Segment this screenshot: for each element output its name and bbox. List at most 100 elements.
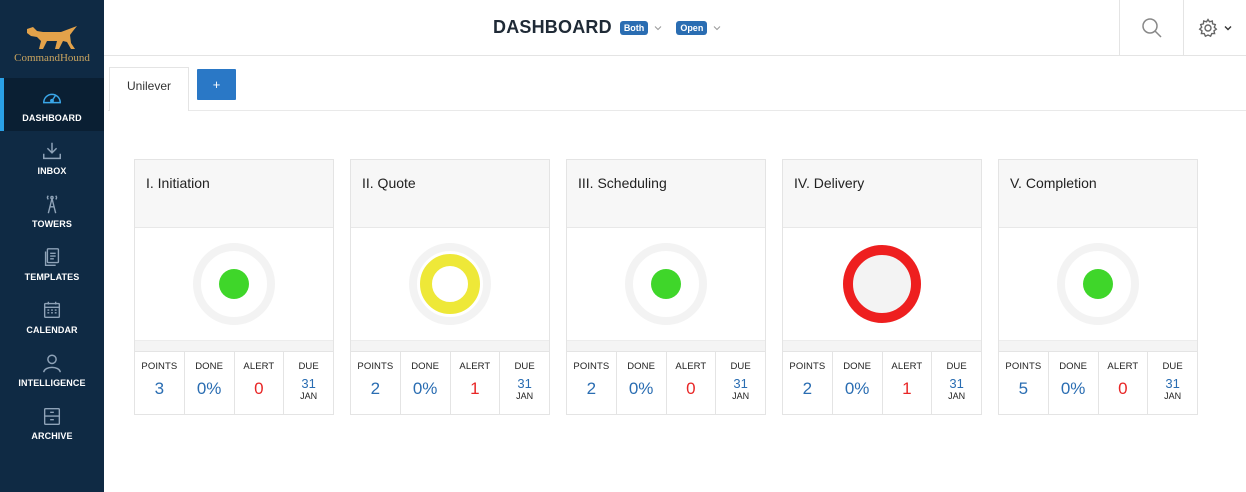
sidebar-item-archive[interactable]: ARCHIVE <box>0 396 104 449</box>
stat-label: DUE <box>946 361 967 372</box>
person-icon <box>43 353 61 372</box>
stat-label: DUE <box>1162 361 1183 372</box>
documents-icon <box>44 247 60 266</box>
phase-card[interactable]: IV. Delivery POINTS 2 DONE 0% ALERT 1 DU… <box>782 159 982 415</box>
sidebar-item-inbox[interactable]: INBOX <box>0 131 104 184</box>
stat-done: DONE 0% <box>833 352 883 415</box>
due-day: 31 <box>949 376 964 391</box>
stat-done: DONE 0% <box>1049 352 1099 415</box>
status-indicator-icon <box>193 243 275 325</box>
card-status-area <box>351 228 549 340</box>
stat-value: 0% <box>628 379 654 398</box>
filter-open-badge[interactable]: Open <box>676 20 708 35</box>
settings-button[interactable] <box>1183 0 1246 56</box>
sidebar-item-intelligence[interactable]: INTELLIGENCE <box>0 343 104 396</box>
chevron-down-icon <box>1224 26 1232 31</box>
stat-alert: ALERT 0 <box>667 352 717 415</box>
due-day: 31 <box>301 376 316 391</box>
stat-points: POINTS 2 <box>351 352 401 415</box>
stat-value: 2 <box>586 379 597 398</box>
sidebar-item-label: TEMPLATES <box>24 271 80 282</box>
sidebar-item-label: INTELLIGENCE <box>18 377 86 388</box>
sidebar-item-label: TOWERS <box>32 218 72 229</box>
stat-due: DUE 31 JAN <box>932 352 981 415</box>
sidebar-item-towers[interactable]: TOWERS <box>0 184 104 237</box>
tab-unilever[interactable]: Unilever <box>109 67 189 111</box>
download-tray-icon <box>43 142 61 159</box>
stat-alert: ALERT 0 <box>235 352 285 415</box>
stat-done: DONE 0% <box>185 352 235 415</box>
card-stats: POINTS 2 DONE 0% ALERT 0 DUE 31 JAN <box>567 352 765 415</box>
gear-icon <box>1198 18 1218 38</box>
due-day: 31 <box>733 376 748 391</box>
phase-card[interactable]: I. Initiation POINTS 3 DONE 0% ALERT 0 D… <box>134 159 334 415</box>
sidebar-item-templates[interactable]: TEMPLATES <box>0 237 104 290</box>
search-button[interactable] <box>1119 0 1183 56</box>
card-title: V. Completion <box>999 160 1197 228</box>
sidebar-item-calendar[interactable]: CALENDAR <box>0 290 104 343</box>
stat-label: DONE <box>627 361 656 372</box>
add-tab-button[interactable]: + <box>197 69 236 100</box>
stat-value: 0 <box>1118 379 1128 398</box>
stat-label: ALERT <box>459 361 491 372</box>
stat-value: 2 <box>802 379 813 398</box>
chevron-down-icon[interactable] <box>713 24 721 32</box>
card-title: I. Initiation <box>135 160 333 228</box>
due-month: JAN <box>516 391 534 401</box>
tab-bar: Unilever + <box>108 67 1246 111</box>
title-area: DASHBOARD Both Open <box>493 17 721 38</box>
status-indicator-icon <box>409 243 491 325</box>
stat-label: ALERT <box>675 361 707 372</box>
due-day: 31 <box>1165 376 1180 391</box>
stat-label: POINTS <box>141 361 178 372</box>
chevron-down-icon[interactable] <box>654 24 662 32</box>
sidebar: CommandHound DASHBOARD INBOX TOWERS TEMP… <box>0 0 104 492</box>
card-divider <box>135 340 333 352</box>
search-icon <box>1141 18 1162 38</box>
card-divider <box>351 340 549 352</box>
stat-due: DUE 31 JAN <box>500 352 549 415</box>
stat-due: DUE 31 JAN <box>716 352 765 415</box>
stat-label: POINTS <box>573 361 610 372</box>
due-month: JAN <box>732 391 750 401</box>
stat-label: DONE <box>411 361 440 372</box>
card-status-area <box>567 228 765 340</box>
speedometer-icon <box>43 93 61 103</box>
due-month: JAN <box>300 391 318 401</box>
status-indicator-icon <box>843 245 921 323</box>
stat-label: ALERT <box>243 361 275 372</box>
stat-value: 0% <box>412 379 438 398</box>
tower-icon <box>46 194 58 213</box>
sidebar-item-label: DASHBOARD <box>22 112 82 123</box>
stat-value: 0% <box>196 379 222 398</box>
due-day: 31 <box>517 376 532 391</box>
sidebar-item-dashboard[interactable]: DASHBOARD <box>0 78 104 131</box>
hound-logo-icon <box>27 26 77 49</box>
sidebar-item-label: INBOX <box>37 165 67 176</box>
logo-text: CommandHound <box>14 52 90 64</box>
sidebar-item-label: ARCHIVE <box>31 430 73 441</box>
stat-done: DONE 0% <box>401 352 451 415</box>
stat-value: 1 <box>902 379 912 398</box>
stat-label: DONE <box>1059 361 1088 372</box>
phase-card[interactable]: V. Completion POINTS 5 DONE 0% ALERT 0 D… <box>998 159 1198 415</box>
stat-points: POINTS 3 <box>135 352 185 415</box>
stat-due: DUE 31 JAN <box>1148 352 1197 415</box>
card-title: III. Scheduling <box>567 160 765 228</box>
stat-label: DONE <box>843 361 872 372</box>
stat-done: DONE 0% <box>617 352 667 415</box>
card-status-area <box>135 228 333 340</box>
calendar-icon <box>43 301 61 318</box>
page-title: DASHBOARD <box>493 17 612 37</box>
stat-alert: ALERT 1 <box>883 352 933 415</box>
due-month: JAN <box>1164 391 1182 401</box>
card-divider <box>567 340 765 352</box>
phase-card[interactable]: II. Quote POINTS 2 DONE 0% ALERT 1 DUE 3… <box>350 159 550 415</box>
stat-label: ALERT <box>891 361 923 372</box>
stat-label: POINTS <box>357 361 394 372</box>
stat-alert: ALERT 0 <box>1099 352 1149 415</box>
phase-card[interactable]: III. Scheduling POINTS 2 DONE 0% ALERT 0 <box>566 159 766 415</box>
logo[interactable]: CommandHound <box>0 0 104 78</box>
stat-label: DUE <box>730 361 751 372</box>
filter-both-badge[interactable]: Both <box>619 20 649 35</box>
